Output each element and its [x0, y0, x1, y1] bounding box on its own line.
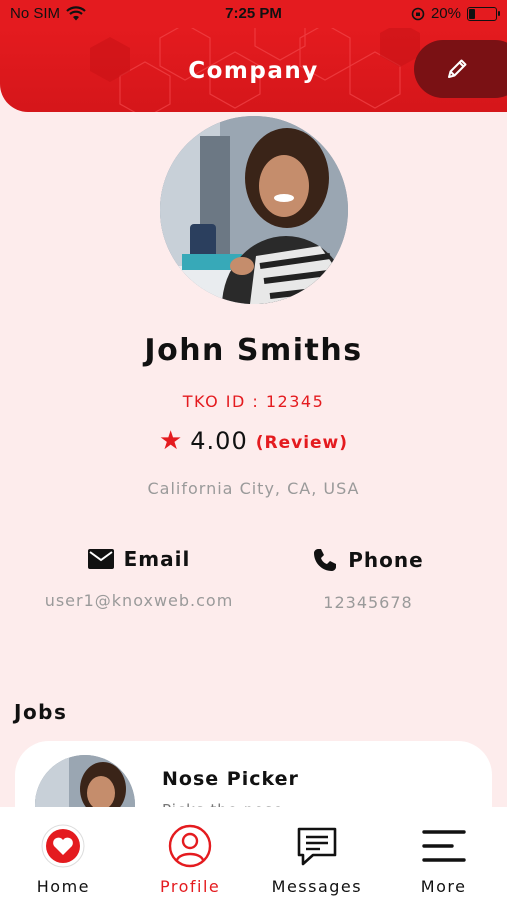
envelope-icon	[87, 549, 114, 569]
email-value: user1@knoxweb.com	[44, 591, 234, 610]
pencil-icon	[448, 59, 467, 78]
nav-more[interactable]: More	[380, 807, 507, 900]
user-icon	[168, 824, 212, 868]
battery-icon	[467, 6, 500, 21]
nav-messages-label: Messages	[271, 877, 363, 896]
nav-profile[interactable]: Profile	[127, 807, 254, 900]
phone-icon	[314, 549, 337, 571]
edit-profile-button[interactable]	[414, 40, 507, 98]
email-contact[interactable]: Email user1@knoxweb.com	[14, 547, 264, 610]
email-label: Email	[123, 547, 191, 571]
profile-avatar[interactable]	[160, 116, 348, 304]
profile-name: John Smiths	[144, 333, 363, 368]
phone-contact[interactable]: Phone 12345678	[243, 547, 493, 612]
bottom-nav: Home Profile Messages More	[0, 807, 507, 900]
avatar-photo	[160, 116, 348, 304]
status-bar: No SIM 7:25 PM 20%	[0, 0, 507, 28]
orientation-lock-icon	[411, 7, 425, 20]
nav-more-label: More	[420, 877, 467, 896]
nav-messages[interactable]: Messages	[254, 807, 381, 900]
nav-home-label: Home	[36, 877, 90, 896]
battery-fill	[469, 8, 475, 19]
profile-location: California City, CA, USA	[147, 479, 360, 498]
battery-percent: 20%	[430, 5, 461, 22]
tko-id: TKO ID : 12345	[182, 392, 325, 411]
star-icon: ★	[158, 426, 183, 456]
status-right: 20%	[411, 5, 500, 22]
job-title: Nose Picker	[162, 768, 299, 790]
app-header: Company	[0, 28, 507, 112]
phone-value: 12345678	[323, 593, 413, 612]
phone-label: Phone	[348, 548, 424, 572]
heart-icon	[41, 824, 85, 868]
nav-home[interactable]: Home	[0, 807, 127, 900]
jobs-section-title: Jobs	[14, 700, 68, 724]
rating-row: ★ 4.00 (Review)	[0, 427, 507, 455]
rating-value: 4.00	[190, 427, 248, 455]
chat-icon	[297, 827, 337, 866]
nav-profile-label: Profile	[160, 877, 221, 896]
review-link[interactable]: (Review)	[256, 433, 348, 453]
menu-icon	[421, 830, 466, 862]
